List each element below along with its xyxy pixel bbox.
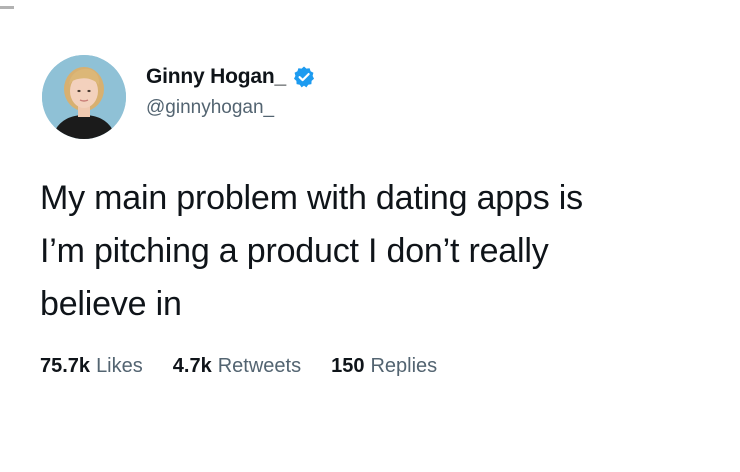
name-row: Ginny Hogan_: [146, 63, 316, 91]
likes-label: Likes: [96, 355, 143, 377]
avatar[interactable]: [42, 55, 126, 139]
verified-badge-icon: [292, 65, 316, 89]
likes-count: 75.7k: [40, 355, 91, 377]
stat-retweets[interactable]: 4.7k Retweets: [173, 355, 301, 378]
retweets-count: 4.7k: [172, 355, 212, 377]
display-name[interactable]: Ginny Hogan_: [146, 65, 286, 89]
stat-replies[interactable]: 150 Replies: [331, 355, 437, 378]
avatar-photo: [42, 55, 126, 139]
tweet-stats: 75.7k Likes 4.7k Retweets 150 Replies: [40, 355, 467, 378]
tweet-card: Ginny Hogan_ @ginnyhogan_ My main proble…: [0, 0, 740, 472]
handle[interactable]: @ginnyhogan_: [146, 97, 316, 119]
tweet-text: My main problem with dating apps is I’m …: [40, 179, 583, 323]
replies-label: Replies: [370, 355, 438, 377]
author-info: Ginny Hogan_ @ginnyhogan_: [146, 63, 316, 123]
retweets-label: Retweets: [217, 355, 302, 377]
replies-count: 150: [331, 355, 365, 377]
stat-likes[interactable]: 75.7k Likes: [40, 355, 143, 378]
